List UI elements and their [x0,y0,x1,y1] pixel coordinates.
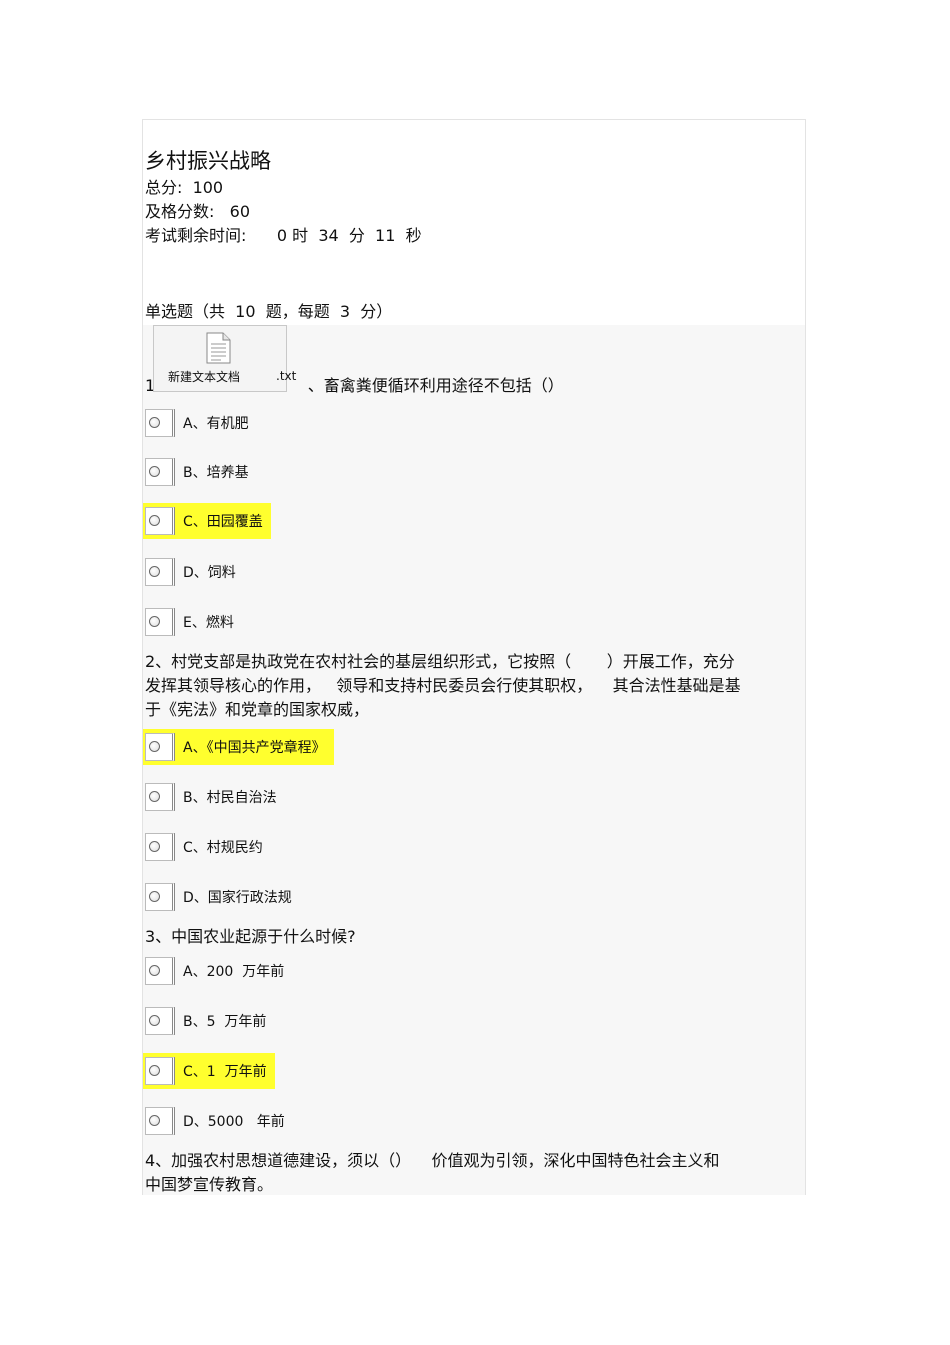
radio-button[interactable] [149,616,160,627]
question-2-text-line-1: 2、村党支部是执政党在农村社会的基层组织形式，它按照（ ）开展工作，充分 [145,652,735,671]
q2-option-a[interactable]: A、《中国共产党章程》 [143,729,334,765]
option-label: D、5000 年前 [183,1114,285,1130]
option-label: B、培养基 [183,465,249,481]
attachment-name: 新建文本文档 [168,370,241,384]
option-label: C、村规民约 [183,840,263,856]
total-score: 总分: 100 [145,178,224,197]
question-2-text-line-3: 于《宪法》和党章的国家权威， [145,700,370,719]
question-2-text-line-2: 发挥其领导核心的作用， 领导和支持村民委员会行使其职权， 其合法性基础是基 [145,676,741,695]
option-label: A、有机肥 [183,416,249,432]
q2-option-d[interactable]: D、国家行政法规 [143,879,300,915]
option-label: A、《中国共产党章程》 [183,740,326,756]
text-document-icon [206,332,231,364]
radio-button[interactable] [149,891,160,902]
option-label: B、5 万年前 [183,1014,267,1030]
q3-option-a[interactable]: A、200 万年前 [143,953,292,989]
radio-button[interactable] [149,965,160,976]
radio-button[interactable] [149,1065,160,1076]
q1-option-b[interactable]: B、培养基 [143,454,257,490]
exam-title: 乡村振兴战略 [145,149,271,173]
q2-option-b[interactable]: B、村民自治法 [143,779,285,815]
radio-button[interactable] [149,741,160,752]
exam-header: 乡村振兴战略 总分: 100 及格分数: 60 考试剩余时间: 0 时 34 分… [145,146,422,248]
option-label: E、燃料 [183,615,234,631]
attachment-file[interactable]: 新建文本文档 .txt [153,325,296,392]
q1-option-c[interactable]: C、田园覆盖 [143,503,271,539]
q1-option-a[interactable]: A、有机肥 [143,405,257,441]
q3-option-c[interactable]: C、1 万年前 [143,1053,275,1089]
q1-option-d[interactable]: D、饲料 [143,554,244,590]
radio-button[interactable] [149,841,160,852]
question-4-text-line-1: 4、加强农村思想道德建设，须以（） 价值观为引领，深化中国特色社会主义和 [145,1151,720,1170]
passing-score: 及格分数: 60 [145,202,251,221]
attachment-extension: .txt [276,369,297,383]
question-3-text: 3、中国农业起源于什么时候? [145,927,356,946]
option-label: C、田园覆盖 [183,514,263,530]
q2-option-c[interactable]: C、村规民约 [143,829,271,865]
section-heading: 单选题（共 10 题，每题 3 分） [145,302,393,321]
radio-button[interactable] [149,515,160,526]
option-label: A、200 万年前 [183,964,285,980]
option-label: C、1 万年前 [183,1064,267,1080]
remaining-time: 考试剩余时间: 0 时 34 分 11 秒 [145,226,422,245]
radio-button[interactable] [149,1115,160,1126]
q3-option-b[interactable]: B、5 万年前 [143,1003,274,1039]
q3-option-d[interactable]: D、5000 年前 [143,1103,293,1139]
radio-button[interactable] [149,1015,160,1026]
radio-button[interactable] [149,417,160,428]
option-label: D、饲料 [183,565,236,581]
radio-button[interactable] [149,466,160,477]
q1-option-e[interactable]: E、燃料 [143,604,242,640]
option-label: D、国家行政法规 [183,890,292,906]
option-label: B、村民自治法 [183,790,277,806]
question-4-text-line-2: 中国梦宣传教育。 [145,1175,274,1194]
radio-button[interactable] [149,791,160,802]
radio-button[interactable] [149,566,160,577]
